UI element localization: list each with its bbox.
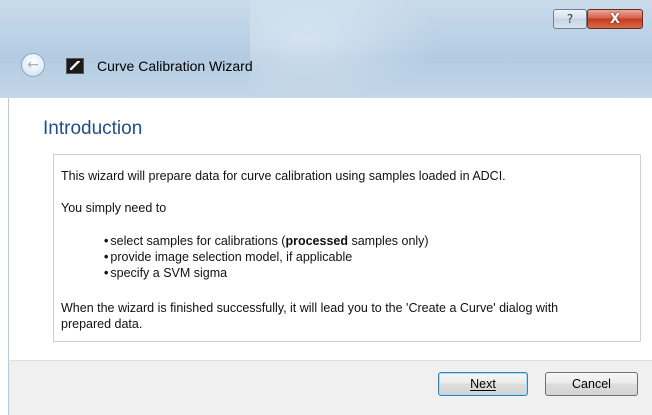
bullet-item-1: • select samples for calibrations (proces… xyxy=(104,234,429,248)
next-button[interactable]: Next xyxy=(438,372,528,396)
intro-line-1: This wizard will prepare data for curve … xyxy=(61,169,506,183)
bullet-item-2: • provide image selection model, if appli… xyxy=(104,250,353,264)
help-button[interactable]: ? xyxy=(553,9,587,29)
page-title: Introduction xyxy=(43,118,143,139)
window-title: Curve Calibration Wizard xyxy=(97,58,253,74)
bullet-item-3: • specify a SVM sigma xyxy=(104,266,228,280)
closing-line-1: When the wizard is finished successfully… xyxy=(61,301,559,315)
back-button[interactable]: ← xyxy=(21,53,45,77)
close-button[interactable]: X xyxy=(587,9,643,29)
close-icon: X xyxy=(609,11,621,27)
wizard-window: ? X ← Curve Calibration Wizard Introduct… xyxy=(0,0,652,415)
back-arrow-icon: ← xyxy=(27,57,39,73)
cancel-button[interactable]: Cancel xyxy=(545,372,638,396)
closing-line-2: prepared data. xyxy=(61,317,143,331)
processed-emphasis: processed xyxy=(285,234,348,248)
help-icon: ? xyxy=(566,12,574,26)
intro-line-2: You simply need to xyxy=(61,201,167,215)
intro-text-box: This wizard will prepare data for curve … xyxy=(53,154,641,342)
app-icon xyxy=(66,58,84,74)
